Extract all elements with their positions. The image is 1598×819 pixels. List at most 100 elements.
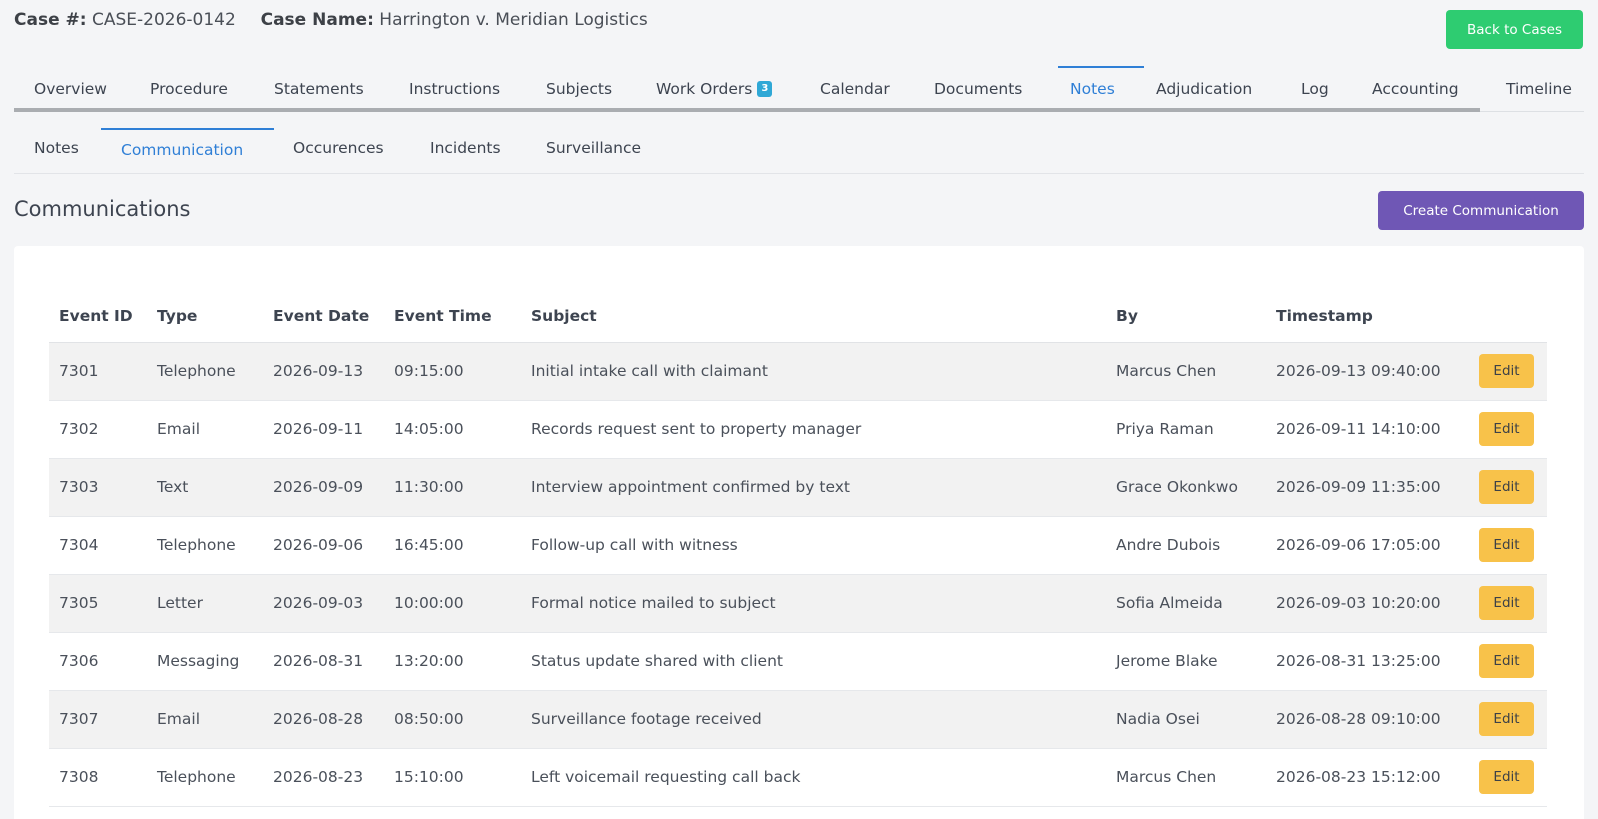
cell-event-time: 16:45:00: [384, 516, 521, 575]
tab-procedure[interactable]: Procedure: [150, 66, 228, 109]
tab-label: Adjudication: [1156, 79, 1253, 98]
communications-card: Event ID Type Event Date Event Time Subj…: [14, 246, 1584, 819]
cell-event-time: 10:00:00: [384, 574, 521, 633]
cell-type: Email: [147, 400, 263, 459]
edit-button[interactable]: Edit: [1479, 702, 1534, 736]
cell-event-time: 08:50:00: [384, 690, 521, 749]
cell-timestamp: 2026-09-09 11:35:00: [1266, 458, 1469, 517]
cell-type: Text: [147, 458, 263, 517]
sub-tab-surveillance[interactable]: Surveillance: [546, 128, 641, 168]
tab-label: Documents: [934, 79, 1023, 98]
cell-event-time: 09:15:00: [384, 342, 521, 401]
cell-event-id: 7302: [49, 400, 147, 459]
tab-statements[interactable]: Statements: [274, 66, 364, 109]
cell-type: Telephone: [147, 748, 263, 807]
tab-instructions[interactable]: Instructions: [409, 66, 500, 109]
cell-event-date: 2026-08-28: [263, 690, 384, 749]
sub-tab-notes[interactable]: Notes: [34, 128, 79, 168]
tab-adjudication[interactable]: Adjudication: [1156, 66, 1252, 109]
create-communication-button[interactable]: Create Communication: [1378, 191, 1584, 230]
cell-event-time: 11:30:00: [384, 458, 521, 517]
cell-actions: Edit: [1469, 400, 1547, 459]
sub-tab-communication[interactable]: Communication: [121, 130, 243, 170]
edit-button[interactable]: Edit: [1479, 470, 1534, 504]
case-number-label: Case #:: [14, 10, 87, 30]
edit-button[interactable]: Edit: [1479, 412, 1534, 446]
cell-event-time: 15:10:00: [384, 748, 521, 807]
column-header-type[interactable]: Type: [147, 291, 263, 343]
tab-work-orders[interactable]: Work Orders 3: [656, 66, 773, 109]
cell-by: Jerome Blake: [1106, 632, 1266, 691]
tab-overview[interactable]: Overview: [34, 66, 107, 109]
cell-subject: Follow-up call with witness: [521, 516, 1106, 575]
cell-by: Andre Dubois: [1106, 516, 1266, 575]
tab-calendar[interactable]: Calendar: [820, 66, 890, 109]
sub-tab-occurences[interactable]: Occurences: [293, 128, 384, 168]
cell-event-date: 2026-09-03: [263, 574, 384, 633]
cell-event-id: 7308: [49, 748, 147, 807]
cell-subject: Status update shared with client: [521, 632, 1106, 691]
column-header-timestamp[interactable]: Timestamp: [1266, 291, 1469, 343]
sub-tab-incidents[interactable]: Incidents: [430, 128, 501, 168]
edit-button[interactable]: Edit: [1479, 354, 1534, 388]
case-name-label: Case Name:: [260, 10, 374, 30]
cell-type: Email: [147, 690, 263, 749]
cell-actions: Edit: [1469, 342, 1547, 401]
cell-timestamp: 2026-09-06 17:05:00: [1266, 516, 1469, 575]
cell-event-id: 7303: [49, 458, 147, 517]
table-body: 7301 Telephone 2026-09-13 09:15:00 Initial i…: [49, 342, 1547, 807]
cell-event-time: 14:05:00: [384, 400, 521, 459]
cell-by: Marcus Chen: [1106, 748, 1266, 807]
tab-notes[interactable]: Notes: [1070, 66, 1115, 109]
cell-event-date: 2026-08-31: [263, 632, 384, 691]
table-header-row: Event ID Type Event Date Event Time Subj…: [49, 291, 1547, 343]
column-header-event-time[interactable]: Event Time: [384, 291, 521, 343]
edit-button[interactable]: Edit: [1479, 528, 1534, 562]
tab-accounting[interactable]: Accounting: [1372, 66, 1459, 109]
table-row: 7308 Telephone 2026-08-23 15:10:00 Left voic…: [49, 748, 1547, 807]
tab-log[interactable]: Log: [1301, 66, 1329, 109]
cell-event-date: 2026-09-13: [263, 342, 384, 401]
tab-subjects[interactable]: Subjects: [546, 66, 612, 109]
work-orders-count-badge: 3: [757, 80, 773, 97]
cell-subject: Initial intake call with claimant: [521, 342, 1106, 401]
cell-timestamp: 2026-08-23 15:12:00: [1266, 748, 1469, 807]
edit-button[interactable]: Edit: [1479, 586, 1534, 620]
column-header-event-date[interactable]: Event Date: [263, 291, 384, 343]
column-header-subject[interactable]: Subject: [521, 291, 1106, 343]
tab-label: Subjects: [546, 79, 613, 98]
edit-button[interactable]: Edit: [1479, 760, 1534, 794]
sub-tab-label: Notes: [34, 139, 79, 157]
cell-actions: Edit: [1469, 574, 1547, 633]
case-number: CASE-2026-0142: [91, 10, 236, 30]
edit-button[interactable]: Edit: [1479, 644, 1534, 678]
cell-actions: Edit: [1469, 748, 1547, 807]
cell-event-date: 2026-09-11: [263, 400, 384, 459]
cell-type: Telephone: [147, 516, 263, 575]
tab-label: Procedure: [150, 79, 228, 98]
sub-tab-bar: Notes Communication Occurences Incidents…: [14, 128, 1584, 174]
case-header: Case #: CASE-2026-0142 Case Name: Harrin…: [14, 10, 648, 30]
column-header-by[interactable]: By: [1106, 291, 1266, 343]
back-to-cases-button[interactable]: Back to Cases: [1446, 10, 1583, 49]
cell-actions: Edit: [1469, 458, 1547, 517]
column-header-event-id[interactable]: Event ID: [49, 291, 147, 343]
table-row: 7301 Telephone 2026-09-13 09:15:00 Initial i…: [49, 342, 1547, 401]
cell-by: Grace Okonkwo: [1106, 458, 1266, 517]
tab-label: Log: [1301, 79, 1329, 98]
tab-timeline[interactable]: Timeline: [1506, 66, 1572, 109]
cell-type: Telephone: [147, 342, 263, 401]
cell-subject: Left voicemail requesting call back: [521, 748, 1106, 807]
cell-actions: Edit: [1469, 690, 1547, 749]
tab-label: Instructions: [409, 79, 501, 98]
cell-type: Letter: [147, 574, 263, 633]
case-name: Harrington v. Meridian Logistics: [379, 10, 648, 30]
cell-event-id: 7306: [49, 632, 147, 691]
tab-documents[interactable]: Documents: [934, 66, 1022, 109]
tab-label: Notes: [1070, 79, 1115, 98]
cell-subject: Formal notice mailed to subject: [521, 574, 1106, 633]
cell-event-id: 7301: [49, 342, 147, 401]
table-row: 7302 Email 2026-09-11 14:05:00 Records reque…: [49, 400, 1547, 459]
communications-table: Event ID Type Event Date Event Time Subj…: [49, 291, 1547, 807]
table-row: 7306 Messaging 2026-08-31 13:20:00 Status up…: [49, 632, 1547, 691]
